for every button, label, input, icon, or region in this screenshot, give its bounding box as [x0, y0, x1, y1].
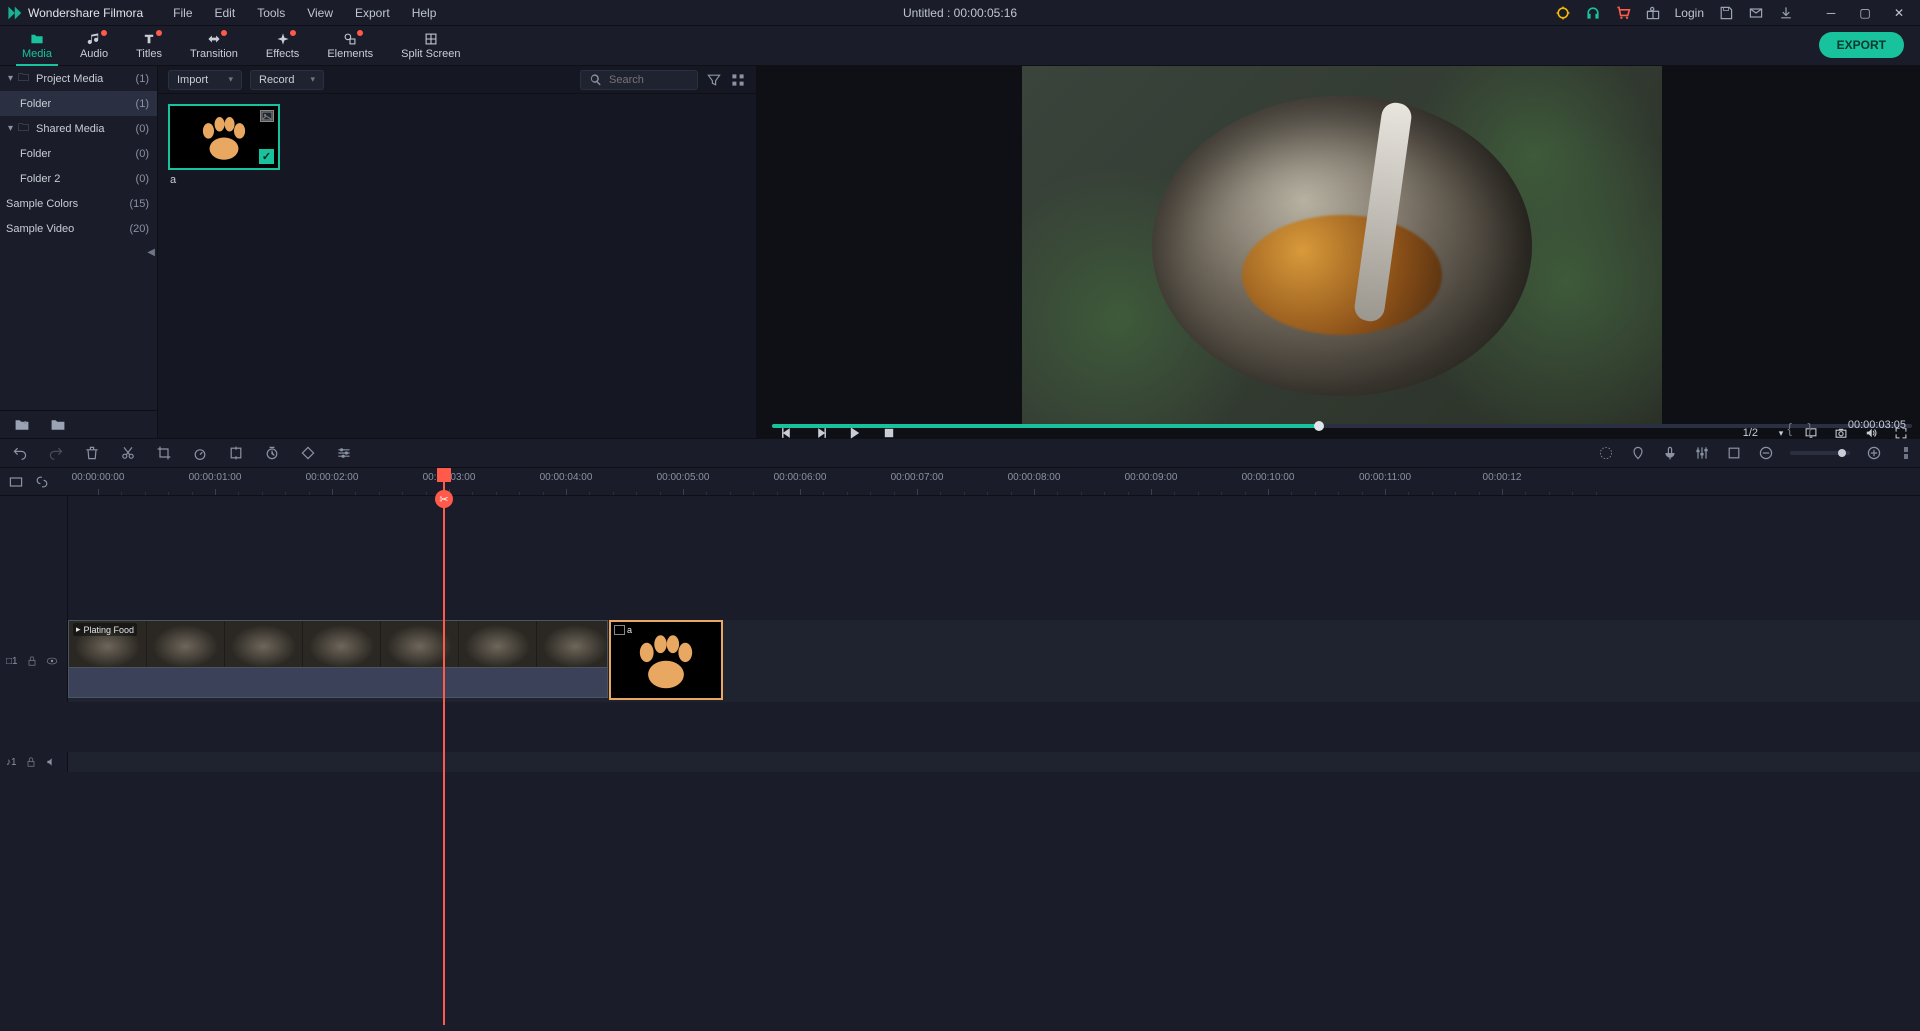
mute-icon[interactable] — [45, 756, 57, 768]
audio-track: ♪1 — [0, 752, 1920, 772]
ribbon-tab-elements[interactable]: Elements — [313, 26, 387, 66]
zoom-slider[interactable] — [1790, 451, 1850, 455]
sparkle-icon — [274, 32, 292, 46]
ribbon-tab-transition[interactable]: Transition — [176, 26, 252, 66]
audio-clip[interactable] — [68, 668, 608, 698]
text-icon — [140, 32, 158, 46]
preview-timecode: 00:00:03:05 — [1848, 419, 1906, 431]
image-type-icon — [614, 625, 625, 635]
grid-icon — [422, 32, 440, 46]
ribbon-tab-effects[interactable]: Effects — [252, 26, 313, 66]
track-label: ♪1 — [6, 757, 17, 768]
paw-icon — [626, 629, 706, 691]
lock-icon[interactable] — [25, 756, 37, 768]
folder-icon — [28, 32, 46, 46]
shapes-icon — [341, 32, 359, 46]
document-title: Untitled : 00:00:05:16 — [903, 6, 1017, 20]
ribbon-tab-audio[interactable]: Audio — [66, 26, 122, 66]
paw-icon — [192, 112, 256, 162]
play-icon: ▸ — [76, 624, 81, 635]
music-note-icon — [85, 32, 103, 46]
transition-icon — [205, 32, 223, 46]
ribbon-tab-splitscreen[interactable]: Split Screen — [387, 26, 474, 66]
collapse-sidebar-icon[interactable]: ◀ — [147, 247, 155, 258]
track-label: □1 — [6, 656, 18, 667]
redo-icon[interactable] — [48, 445, 64, 461]
video-clip[interactable]: ▸Plating Food — [68, 620, 608, 668]
selected-check-icon: ✓ — [259, 149, 274, 164]
ribbon-tab-media[interactable]: Media — [8, 26, 66, 66]
ribbon-tab-titles[interactable]: Titles — [122, 26, 176, 66]
eye-icon[interactable] — [46, 655, 58, 667]
video-track: □1 ▸Plating Food a — [0, 620, 1920, 702]
preview-video[interactable] — [1022, 66, 1662, 426]
image-clip[interactable]: a — [609, 620, 723, 700]
lock-icon[interactable] — [26, 655, 38, 667]
image-type-icon — [260, 110, 274, 122]
timeline: ✂ 00:00:00:0000:00:01:0000:00:02:0000:00… — [0, 468, 1920, 1031]
